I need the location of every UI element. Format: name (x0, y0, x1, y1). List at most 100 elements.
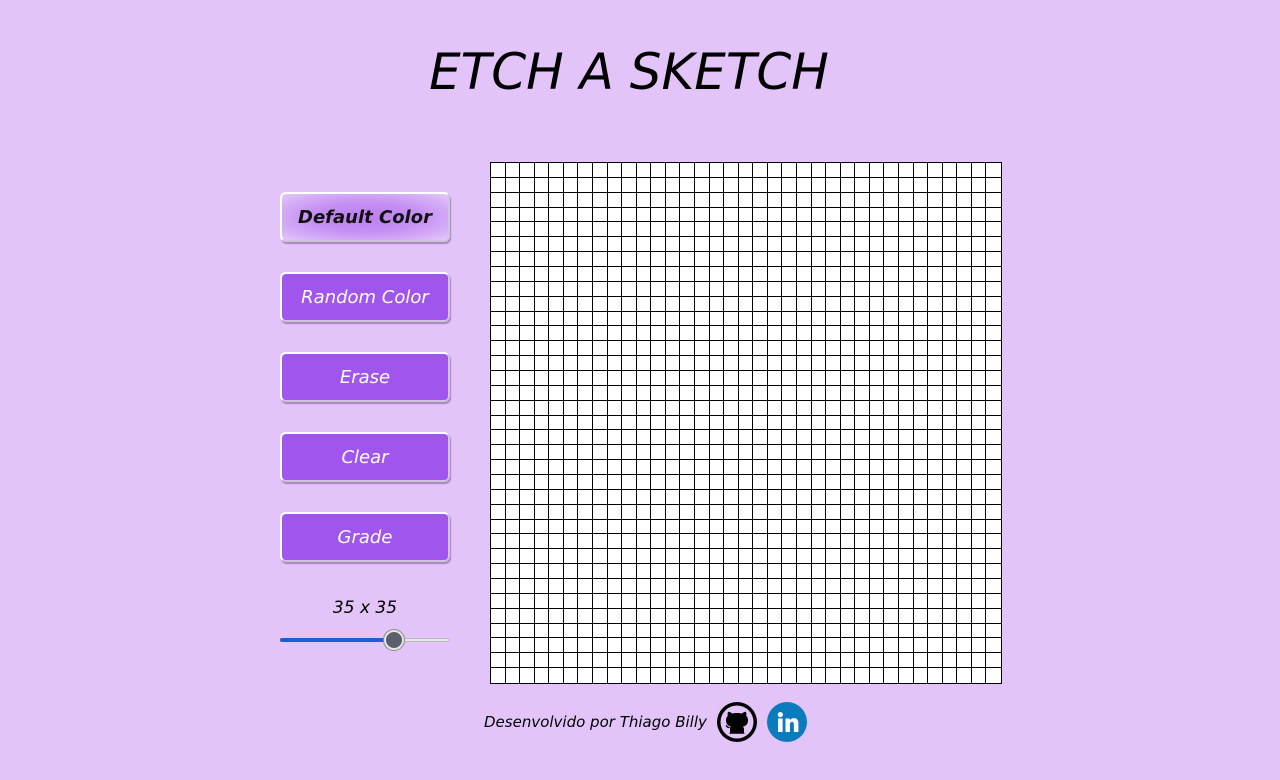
grid-cell[interactable] (651, 341, 666, 357)
grid-cell[interactable] (549, 237, 564, 253)
grid-cell[interactable] (607, 534, 623, 550)
grid-cell[interactable] (607, 207, 623, 223)
grid-cell[interactable] (694, 534, 710, 550)
grid-cell[interactable] (549, 341, 564, 357)
grid-cell[interactable] (826, 237, 841, 253)
grid-cell[interactable] (840, 207, 856, 223)
grid-cell[interactable] (942, 519, 958, 535)
grid-cell[interactable] (491, 564, 506, 579)
grid-cell[interactable] (520, 356, 535, 371)
grid-cell[interactable] (563, 207, 579, 223)
grid-cell[interactable] (578, 356, 593, 371)
grid-cell[interactable] (709, 564, 725, 579)
grid-cell[interactable] (592, 163, 608, 178)
grid-cell[interactable] (913, 489, 929, 505)
grid-cell[interactable] (534, 385, 550, 401)
grid-cell[interactable] (724, 504, 739, 520)
grid-cell[interactable] (491, 163, 506, 178)
grid-cell[interactable] (592, 445, 608, 461)
grid-cell[interactable] (607, 564, 623, 579)
grid-cell[interactable] (607, 445, 623, 461)
grid-cell[interactable] (826, 252, 841, 267)
grid-cell[interactable] (665, 623, 681, 639)
grid-cell[interactable] (796, 266, 812, 282)
grid-cell[interactable] (826, 534, 841, 550)
grid-cell[interactable] (884, 474, 899, 490)
grid-cell[interactable] (563, 326, 579, 342)
grid-cell[interactable] (505, 177, 521, 193)
grid-cell[interactable] (767, 370, 783, 386)
grid-cell[interactable] (578, 266, 593, 282)
grid-cell[interactable] (957, 177, 972, 193)
grid-cell[interactable] (636, 222, 652, 238)
grid-cell[interactable] (884, 222, 899, 238)
grid-cell[interactable] (694, 549, 710, 565)
grid-cell[interactable] (665, 370, 681, 386)
grid-cell[interactable] (840, 430, 856, 446)
grid-cell[interactable] (986, 385, 1001, 401)
grid-cell[interactable] (520, 192, 535, 208)
grid-cell[interactable] (491, 534, 506, 550)
grid-cell[interactable] (622, 653, 637, 669)
grid-cell[interactable] (651, 400, 666, 416)
grid-cell[interactable] (636, 177, 652, 193)
grid-cell[interactable] (826, 578, 841, 594)
grid-cell[interactable] (636, 578, 652, 594)
grid-cell[interactable] (884, 460, 899, 475)
grid-cell[interactable] (534, 489, 550, 505)
grid-cell[interactable] (738, 385, 754, 401)
grid-cell[interactable] (724, 296, 739, 312)
grid-cell[interactable] (491, 341, 506, 357)
grid-cell[interactable] (622, 578, 637, 594)
grid-cell[interactable] (826, 549, 841, 565)
grid-cell[interactable] (505, 489, 521, 505)
grid-cell[interactable] (782, 177, 797, 193)
grid-cell[interactable] (651, 653, 666, 669)
grid-cell[interactable] (869, 207, 885, 223)
grid-cell[interactable] (622, 281, 637, 297)
grid-cell[interactable] (622, 207, 637, 223)
grid-cell[interactable] (971, 668, 987, 683)
grid-cell[interactable] (986, 578, 1001, 594)
grid-cell[interactable] (913, 385, 929, 401)
grid-cell[interactable] (811, 207, 827, 223)
grid-cell[interactable] (651, 489, 666, 505)
grid-cell[interactable] (665, 222, 681, 238)
grid-cell[interactable] (913, 504, 929, 520)
grid-cell[interactable] (738, 163, 754, 178)
grid-cell[interactable] (942, 489, 958, 505)
grid-cell[interactable] (928, 400, 943, 416)
grid-cell[interactable] (826, 177, 841, 193)
grid-cell[interactable] (811, 668, 827, 683)
grid-cell[interactable] (622, 474, 637, 490)
grid-cell[interactable] (957, 192, 972, 208)
grid-cell[interactable] (651, 177, 666, 193)
grid-cell[interactable] (855, 356, 870, 371)
grid-cell[interactable] (971, 445, 987, 461)
grid-cell[interactable] (942, 385, 958, 401)
grid-cell[interactable] (636, 281, 652, 297)
grid-cell[interactable] (505, 445, 521, 461)
grid-cell[interactable] (913, 400, 929, 416)
grid-cell[interactable] (826, 370, 841, 386)
grid-cell[interactable] (534, 356, 550, 371)
grid-cell[interactable] (884, 311, 899, 327)
grid-cell[interactable] (724, 608, 739, 624)
grid-cell[interactable] (942, 252, 958, 267)
grid-cell[interactable] (986, 237, 1001, 253)
grid-cell[interactable] (942, 460, 958, 475)
grid-cell[interactable] (986, 445, 1001, 461)
grid-cell[interactable] (913, 415, 929, 431)
grid-cell[interactable] (811, 445, 827, 461)
grid-cell[interactable] (928, 163, 943, 178)
grid-cell[interactable] (549, 415, 564, 431)
grid-cell[interactable] (884, 385, 899, 401)
grid-cell[interactable] (767, 326, 783, 342)
grid-cell[interactable] (753, 564, 768, 579)
grid-cell[interactable] (782, 385, 797, 401)
grid-cell[interactable] (505, 564, 521, 579)
grid-cell[interactable] (738, 638, 754, 654)
grid-cell[interactable] (782, 222, 797, 238)
grid-cell[interactable] (724, 668, 739, 683)
grid-cell[interactable] (840, 474, 856, 490)
